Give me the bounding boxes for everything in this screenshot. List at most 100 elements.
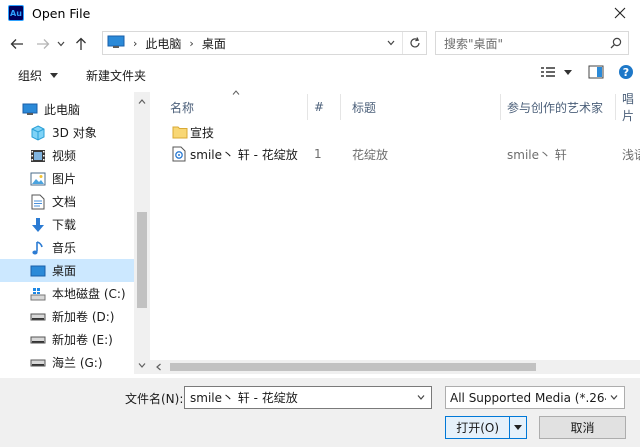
chevron-up-icon [138, 98, 146, 104]
chevron-down-icon [610, 395, 618, 400]
sidebar-item-this-pc[interactable]: 此电脑 [0, 98, 134, 121]
drive-icon [30, 332, 46, 348]
recent-locations-button[interactable] [54, 32, 68, 56]
file-row[interactable]: smile丶 轩 - 花绽放 1 花绽放 smile丶 轩 浅语 [168, 143, 640, 165]
sidebar-item-drive-c[interactable]: 本地磁盘 (C:) [0, 282, 134, 305]
search-input[interactable]: 搜索"桌面" [444, 35, 604, 52]
sidebar-item-music[interactable]: 音乐 [0, 236, 134, 259]
new-folder-button[interactable]: 新建文件夹 [86, 67, 146, 84]
file-title: 花绽放 [352, 147, 389, 162]
media-file-icon [172, 143, 186, 165]
file-row[interactable]: 宣技 [168, 121, 640, 143]
chevron-down-icon [387, 40, 395, 46]
help-icon: ? [619, 65, 633, 79]
sidebar-item-label: 3D 对象 [52, 126, 97, 140]
column-divider[interactable] [340, 94, 341, 120]
document-icon [30, 194, 46, 210]
sidebar-item-documents[interactable]: 文档 [0, 190, 134, 213]
column-divider[interactable] [500, 94, 501, 120]
filename-dropdown-button[interactable] [413, 387, 429, 408]
arrow-left-icon [10, 39, 23, 49]
preview-pane-button[interactable] [588, 65, 604, 79]
open-button[interactable]: 打开(O) [445, 416, 527, 439]
open-options-dropdown[interactable] [510, 425, 526, 430]
navigation-bar: › 此电脑 › 桌面 搜索"桌面" [0, 28, 640, 60]
audition-app-icon: Au [8, 5, 24, 21]
column-divider[interactable] [307, 94, 308, 120]
details-view-icon [541, 67, 555, 77]
sidebar-item-drive-d[interactable]: 新加卷 (D:) [0, 305, 134, 328]
help-button[interactable]: ? [618, 64, 634, 80]
filename-input[interactable]: smile丶 轩 - 花绽放 [184, 386, 432, 409]
sidebar-item-label: 此电脑 [44, 103, 81, 117]
scroll-up-button[interactable] [134, 94, 150, 108]
file-name: smile丶 轩 - 花绽放 [190, 147, 298, 162]
chevron-left-icon [155, 363, 161, 371]
address-bar[interactable]: › 此电脑 › 桌面 [102, 31, 427, 55]
file-list-horizontal-scrollbar[interactable] [150, 360, 640, 374]
video-icon [30, 148, 46, 164]
sort-ascending-icon [232, 90, 240, 95]
column-header-album[interactable]: 唱片 [622, 92, 640, 123]
breadcrumb-desktop[interactable]: 桌面 [202, 35, 226, 52]
breadcrumb-this-pc[interactable]: 此电脑 [145, 35, 181, 52]
change-view-button[interactable] [540, 65, 556, 79]
search-box[interactable]: 搜索"桌面" [435, 31, 629, 55]
column-divider[interactable] [615, 94, 616, 120]
chevron-down-icon [57, 41, 65, 47]
search-icon [604, 37, 628, 49]
scroll-down-button[interactable] [134, 358, 150, 372]
drive-icon [30, 355, 46, 371]
sidebar-item-desktop[interactable]: 桌面 [0, 259, 134, 282]
sidebar-item-label: 新加卷 (E:) [52, 333, 113, 347]
column-header-artists[interactable]: 参与创作的艺术家 [507, 94, 603, 120]
close-button[interactable] [600, 0, 640, 26]
file-type-select[interactable]: All Supported Media (*.264, [445, 386, 625, 409]
sidebar-item-label: 本地磁盘 (C:) [52, 287, 126, 301]
forward-button[interactable] [32, 32, 54, 56]
sidebar-item-label: 图片 [52, 172, 77, 186]
scrollbar-thumb[interactable] [170, 363, 536, 371]
file-type-dropdown-button[interactable] [606, 387, 622, 408]
sidebar-item-videos[interactable]: 视频 [0, 144, 134, 167]
caret-down-icon [564, 69, 572, 75]
music-icon [30, 240, 46, 256]
up-button[interactable] [70, 32, 92, 56]
folder-icon [172, 121, 188, 143]
cube-3d-icon [30, 124, 46, 141]
refresh-icon [409, 37, 420, 48]
view-options-dropdown[interactable] [564, 69, 572, 75]
sidebar-item-label: 海兰 (G:) [52, 356, 103, 370]
sidebar-item-3d-objects[interactable]: 3D 对象 [0, 121, 134, 144]
sidebar-item-pictures[interactable]: 图片 [0, 167, 134, 190]
organize-label: 组织 [18, 68, 43, 83]
breadcrumb-separator-icon: › [189, 36, 194, 50]
desktop-icon [30, 263, 46, 279]
preview-pane-icon [588, 65, 604, 79]
sidebar-item-drive-g[interactable]: 海兰 (G:) [0, 351, 134, 374]
column-header-number[interactable]: # [314, 94, 324, 120]
organize-button[interactable]: 组织 [18, 67, 59, 84]
caret-down-icon [50, 72, 59, 78]
back-button[interactable] [6, 32, 28, 56]
scroll-left-button[interactable] [150, 360, 166, 374]
picture-icon [30, 171, 46, 187]
file-album: 浅语 [622, 147, 640, 162]
sidebar-item-label: 视频 [52, 149, 77, 163]
column-header-name[interactable]: 名称 [170, 94, 194, 120]
sidebar-item-downloads[interactable]: 下载 [0, 213, 134, 236]
scrollbar-thumb[interactable] [137, 212, 147, 308]
address-history-dropdown[interactable] [382, 32, 400, 54]
filename-label: 文件名(N): [125, 392, 184, 406]
sidebar-item-label: 文档 [52, 195, 77, 209]
download-icon [30, 217, 46, 233]
refresh-button[interactable] [402, 32, 426, 54]
navigation-pane-scrollbar[interactable] [134, 92, 150, 374]
computer-icon [22, 102, 38, 118]
view-controls: ? [540, 64, 634, 80]
arrow-right-icon [37, 39, 50, 49]
cancel-button[interactable]: 取消 [539, 416, 626, 439]
sidebar-item-drive-e[interactable]: 新加卷 (E:) [0, 328, 134, 351]
arrow-up-icon [76, 37, 86, 50]
column-header-title[interactable]: 标题 [352, 94, 376, 120]
